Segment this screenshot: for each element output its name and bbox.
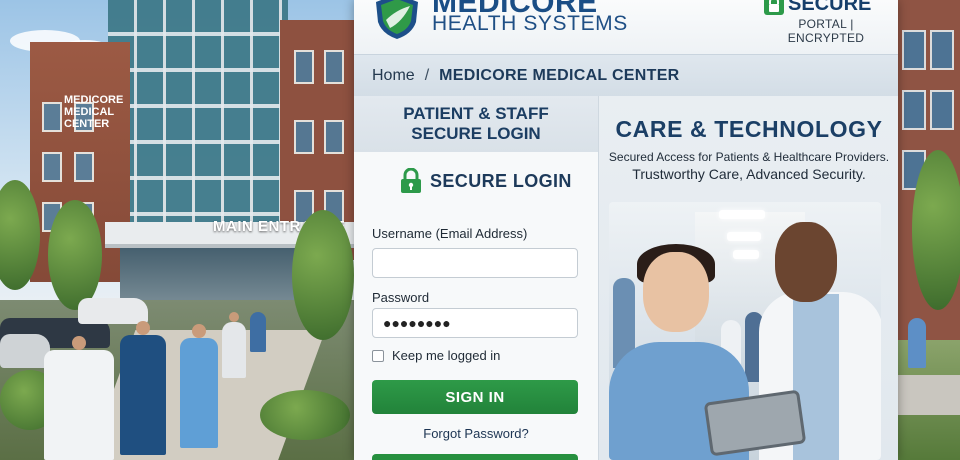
glass-tower <box>108 0 288 240</box>
breadcrumb-home[interactable]: Home <box>372 67 415 85</box>
lock-icon <box>764 0 784 15</box>
login-heading-line1: PATIENT & STAFF <box>403 104 549 123</box>
password-input[interactable] <box>372 308 578 338</box>
secure-subtitle: PORTAL | ENCRYPTED <box>787 17 865 45</box>
keep-logged-in[interactable]: Keep me logged in <box>372 348 500 363</box>
nurse-figure <box>180 324 218 448</box>
doctor-figure <box>44 336 114 460</box>
secure-badge: SECURE PORTAL | ENCRYPTED <box>764 0 888 47</box>
username-label: Username (Email Address) <box>372 226 528 241</box>
info-column: CARE & TECHNOLOGY Secured Access for Pat… <box>598 96 898 460</box>
person-figure <box>222 312 246 378</box>
ceiling-light <box>733 250 759 259</box>
info-subtitle: Secured Access for Patients & Healthcare… <box>608 150 890 164</box>
login-form: SECURE LOGIN Username (Email Address) Pa… <box>354 152 598 460</box>
right-walkway <box>896 375 960 415</box>
ceiling-light <box>719 210 765 219</box>
car <box>78 298 148 324</box>
shrub <box>260 390 350 440</box>
shield-logo-icon <box>376 0 418 39</box>
staff-figure <box>120 321 166 455</box>
breadcrumb: Home / MEDICORE MEDICAL CENTER <box>354 54 898 96</box>
keep-logged-in-checkbox[interactable] <box>372 349 384 362</box>
building-sign: MEDICORE MEDICAL CENTER <box>64 94 124 130</box>
keep-logged-in-label: Keep me logged in <box>392 348 501 363</box>
breadcrumb-current: MEDICORE MEDICAL CENTER <box>439 66 680 84</box>
doctor-face <box>775 222 837 302</box>
care-team-photo <box>609 202 881 460</box>
login-form-column: PATIENT & STAFF SECURE LOGIN SECURE LOGI… <box>354 96 598 460</box>
login-heading-line2: SECURE LOGIN <box>411 124 541 143</box>
person-figure <box>250 312 266 352</box>
tree <box>292 210 354 340</box>
username-input[interactable] <box>372 248 578 278</box>
brand-subtitle: HEALTH SYSTEMS <box>432 12 628 35</box>
ceiling-light <box>727 232 761 241</box>
login-heading: PATIENT & STAFF SECURE LOGIN <box>354 96 598 152</box>
tree <box>912 150 960 310</box>
car <box>0 334 50 368</box>
login-portal: MEDICORE HEALTH SYSTEMS SECURE PORTAL | … <box>354 0 898 460</box>
lock-icon <box>401 168 421 193</box>
tree <box>48 200 102 310</box>
sign-in-button[interactable]: SIGN IN <box>372 380 578 414</box>
breadcrumb-separator: / <box>424 66 430 84</box>
nurse-face <box>643 252 709 332</box>
info-tagline: Trustworthy Care, Advanced Security. <box>632 166 866 182</box>
forgot-password-link[interactable]: Forgot Password? <box>354 426 598 441</box>
login-title-text: SECURE LOGIN <box>430 170 572 191</box>
secure-title: SECURE <box>788 0 872 15</box>
password-label: Password <box>372 290 430 305</box>
login-title: SECURE LOGIN <box>400 168 572 194</box>
info-title: CARE & TECHNOLOGY <box>615 116 883 142</box>
person-figure <box>908 318 926 368</box>
portal-header: MEDICORE HEALTH SYSTEMS SECURE PORTAL | … <box>354 0 898 54</box>
secondary-button[interactable] <box>372 454 578 460</box>
